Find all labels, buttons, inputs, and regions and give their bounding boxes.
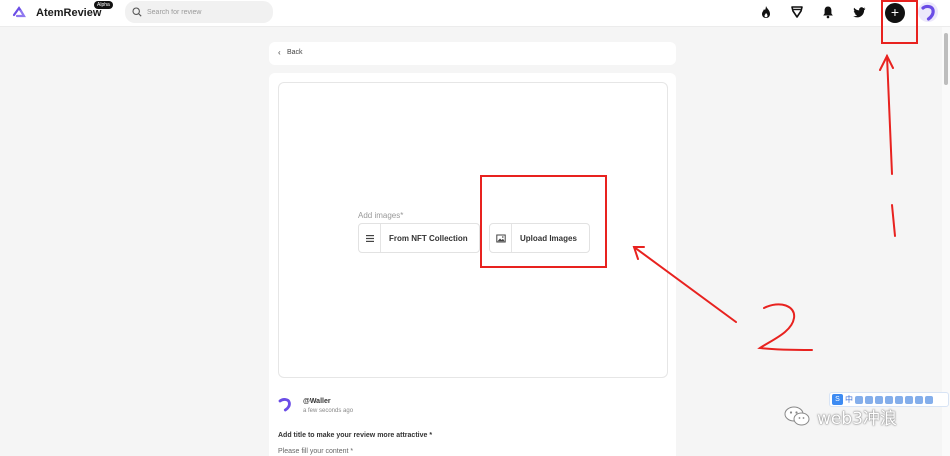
ime-skin-icon[interactable] — [915, 395, 923, 404]
annotation-box-upload — [480, 175, 607, 268]
annotation-box-plus — [881, 0, 918, 44]
watermark-text: web3冲浪 — [817, 408, 897, 429]
chevron-left-icon: ‹ — [278, 48, 281, 57]
ime-settings-icon[interactable] — [925, 395, 933, 404]
user-avatar — [278, 398, 291, 412]
fire-icon[interactable] — [759, 5, 773, 19]
back-label: Back — [287, 49, 303, 56]
brand-name[interactable]: AtemReview — [36, 7, 101, 19]
annotation-number-2 — [757, 303, 813, 351]
post-time: a few seconds ago — [303, 408, 354, 414]
add-images-label: Add images* — [358, 211, 404, 220]
trophy-icon[interactable] — [790, 5, 804, 19]
scroll-thumb[interactable] — [944, 33, 948, 85]
search-input[interactable] — [147, 5, 267, 19]
ime-user-icon[interactable] — [905, 395, 913, 404]
image-upload-area[interactable]: Add images* From NFT Collection Upload I… — [278, 82, 668, 378]
annotation-arrow-1 — [879, 53, 894, 175]
from-nft-collection-button[interactable]: From NFT Collection — [358, 223, 480, 253]
top-bar: AtemReview Alpha + — [0, 0, 950, 27]
create-review-card: Add images* From NFT Collection Upload I… — [269, 73, 676, 456]
search-box[interactable] — [125, 1, 273, 23]
bell-icon[interactable] — [821, 5, 835, 19]
watermark: web3冲浪 — [783, 403, 897, 429]
author-handle[interactable]: @Waller — [303, 398, 331, 405]
back-link[interactable]: ‹ Back — [269, 42, 676, 65]
annotation-number-1 — [891, 204, 896, 237]
list-icon — [359, 224, 381, 252]
avatar[interactable] — [918, 2, 938, 22]
nft-button-label: From NFT Collection — [389, 233, 468, 243]
alpha-badge: Alpha — [94, 1, 113, 9]
logo-icon[interactable] — [12, 5, 26, 19]
twitter-icon[interactable] — [853, 5, 867, 19]
title-prompt: Add title to make your review more attra… — [278, 432, 433, 439]
content-prompt: Please fill your content * — [278, 448, 354, 455]
wechat-icon — [784, 406, 810, 426]
search-icon — [132, 7, 142, 17]
